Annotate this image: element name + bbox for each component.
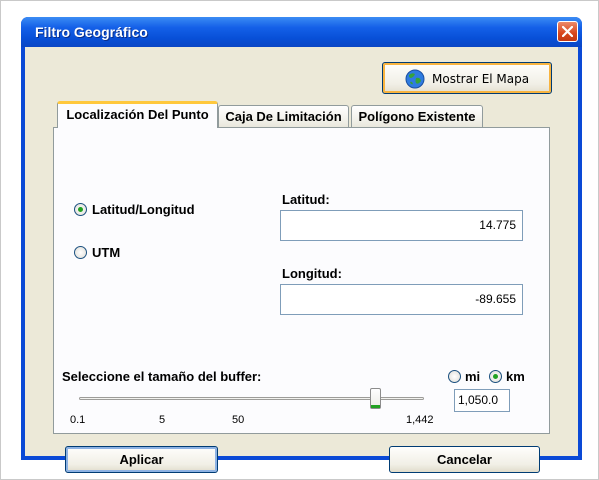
dialog-body: Mostrar El Mapa Localización Del Punto C… [25,47,578,473]
slider-tick: 50 [232,414,245,426]
latlon-label: Latitud/Longitud [92,202,195,217]
utm-radio[interactable] [74,246,87,259]
buffer-value-input[interactable]: 1,050.0 [454,389,510,412]
tab-label: Caja De Limitación [225,109,342,124]
show-map-label: Mostrar El Mapa [432,72,530,86]
globe-icon [405,69,425,89]
dialog-window: Filtro Geográfico Mostrar El Mapa Locali… [21,17,582,473]
tab-label: Localización Del Punto [66,107,209,122]
slider-tick: 5 [159,414,166,426]
tab-label: Polígono Existente [358,109,476,124]
close-icon [562,26,573,37]
tab-existing-polygon[interactable]: Polígono Existente [351,105,483,127]
title-bar[interactable]: Filtro Geográfico [21,17,582,47]
buffer-label: Seleccione el tamaño del buffer: [62,369,262,384]
longitude-label: Longitud: [282,266,342,281]
utm-label: UTM [92,245,121,260]
latitude-input[interactable]: 14.775 [280,210,523,241]
slider-tick: 0.1 [70,414,86,426]
km-label: km [506,369,525,384]
tab-panel: Latitud/Longitud UTM Latitud: 14.775 Lon… [53,127,550,434]
latitude-label: Latitud: [282,192,330,207]
close-button[interactable] [557,21,578,42]
tab-point-location[interactable]: Localización Del Punto [57,101,218,128]
longitude-input[interactable]: -89.655 [280,284,523,315]
window-title: Filtro Geográfico [35,24,148,40]
slider-tick: 1,442 [406,414,434,426]
show-map-button[interactable]: Mostrar El Mapa [382,62,552,94]
miles-radio[interactable] [448,370,461,383]
buffer-slider-thumb[interactable] [370,388,382,409]
cancel-button[interactable]: Cancelar [389,446,540,473]
tab-bounding-box[interactable]: Caja De Limitación [218,105,349,127]
km-radio[interactable] [489,370,502,383]
apply-button[interactable]: Aplicar [65,446,218,473]
miles-label: mi [465,369,481,384]
latlon-radio[interactable] [74,203,87,216]
